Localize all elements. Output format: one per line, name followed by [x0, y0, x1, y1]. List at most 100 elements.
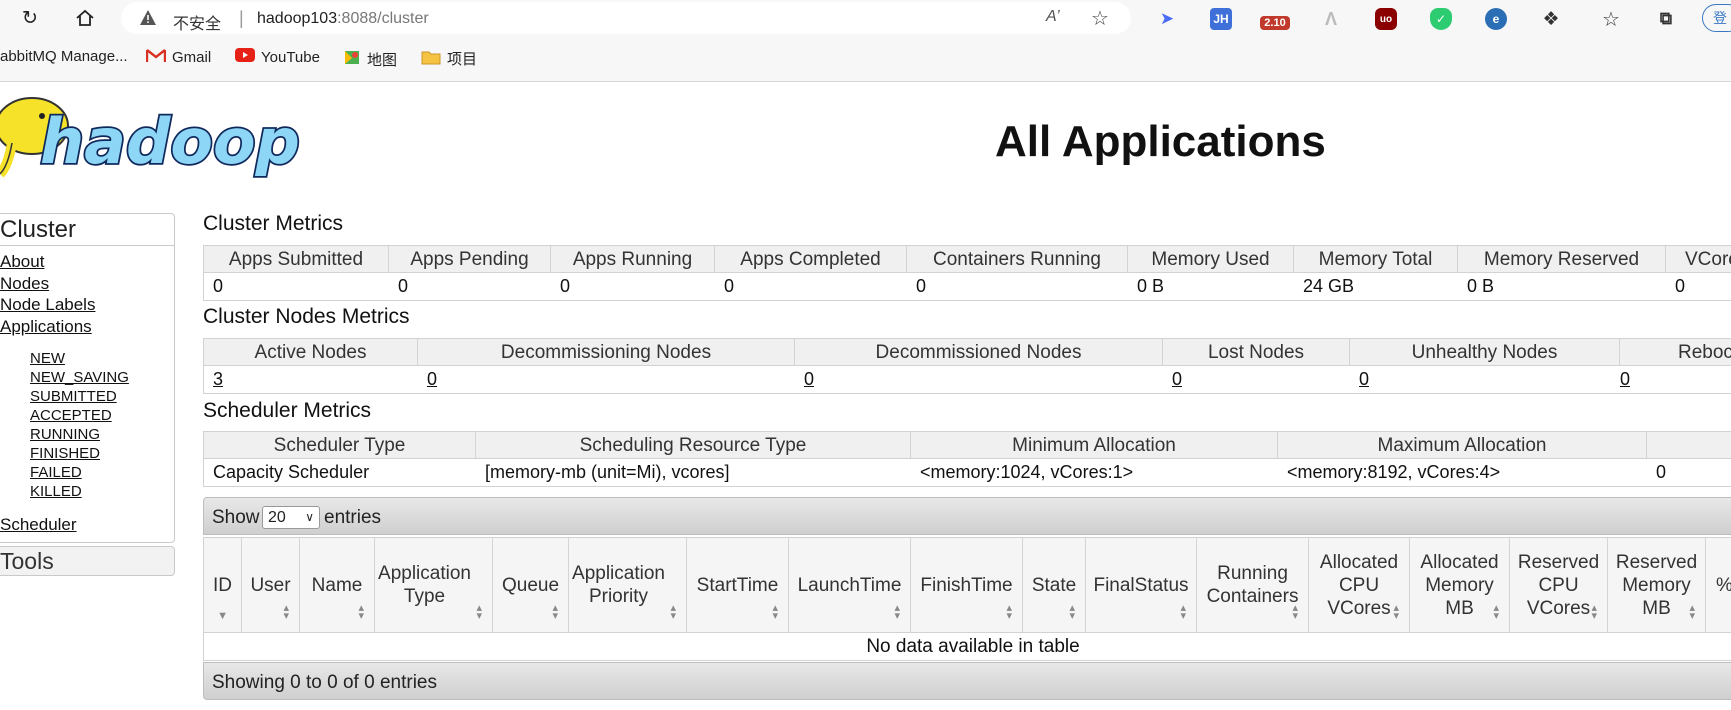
scheduler-metric-value: <memory:1024, vCores:1> [920, 462, 1134, 482]
sort-icon: ▴ ▾ [358, 602, 364, 622]
decommissioning-nodes-link[interactable]: 0 [427, 369, 437, 389]
nav-link-scheduler[interactable]: Scheduler [0, 514, 174, 536]
column-user[interactable]: User ▴ ▾ [242, 538, 300, 632]
column-allocated-memory-mb[interactable]: Allocated Memory MB ▴ ▾ [1410, 538, 1510, 632]
bookmark-gmail[interactable]: Gmail [145, 48, 211, 67]
nav-link-killed[interactable]: KILLED [0, 482, 174, 501]
nav-link-accepted[interactable]: ACCEPTED [0, 406, 174, 425]
scheduler-metric-value: 0 [1656, 462, 1667, 482]
column-application-priority[interactable]: Application Priority ▴ ▾ [569, 538, 687, 632]
node-metric-value: 3 [204, 366, 223, 393]
cluster-metrics-header: Apps Completed [715, 246, 907, 273]
reload-icon[interactable]: ↻ [15, 5, 45, 31]
extension-badge[interactable]: 2.10 [1260, 16, 1290, 30]
decommissioned-nodes-link[interactable]: 0 [804, 369, 814, 389]
cluster-metric-value: 0 [916, 276, 927, 296]
sort-icon: ▴ ▾ [1393, 602, 1399, 622]
extension-bird-icon[interactable]: ➤ [1156, 8, 1178, 30]
bookmark-maps[interactable]: 地图 [343, 48, 397, 70]
browser-toolbar: ↻ 不安全 | hadoop103:8088/cluster A’ ☆ ➤ JH… [0, 0, 1731, 36]
node-metric-value: 0 [418, 366, 437, 393]
tools-nav-header[interactable]: Tools [0, 546, 175, 576]
scheduler-metrics-header: Scheduling Resource Type [476, 432, 911, 459]
column-start-time[interactable]: StartTime ▴ ▾ [687, 538, 789, 632]
cluster-metric-value: 24 GB [1303, 276, 1355, 296]
collections-icon[interactable]: ⧉ [1655, 8, 1677, 30]
read-aloud-icon[interactable]: A’ [1046, 8, 1060, 26]
folder-icon [421, 49, 441, 69]
column-final-status[interactable]: FinalStatus ▴ ▾ [1086, 538, 1197, 632]
sort-icon: ▴ ▾ [283, 602, 289, 622]
chevron-down-icon: ∨ [305, 510, 314, 524]
extensions-puzzle-icon[interactable]: ❖ [1540, 8, 1562, 30]
nav-link-running[interactable]: RUNNING [0, 425, 174, 444]
nav-link-new-saving[interactable]: NEW_SAVING [0, 368, 174, 387]
applications-table-header: ID ▼ User ▴ ▾ Name ▴ ▾ Application Type ▴ ▾ Que… [203, 537, 1731, 633]
profile-button[interactable]: 登 [1702, 4, 1731, 32]
home-icon[interactable] [70, 5, 100, 31]
node-metric-value: 0 [795, 366, 814, 393]
show-label: Show [212, 507, 260, 528]
scheduler-metrics-title: Scheduler Metrics [203, 399, 372, 422]
column-queue[interactable]: Queue ▴ ▾ [493, 538, 569, 632]
nav-link-about[interactable]: About [0, 251, 174, 273]
hadoop-logo[interactable]: hadoop [0, 88, 337, 188]
bookmark-folder[interactable]: 项目 [421, 48, 477, 69]
ublock-icon[interactable]: uo [1375, 8, 1397, 30]
column-finish-time[interactable]: FinishTime ▴ ▾ [911, 538, 1023, 632]
sort-icon: ▴ ▾ [1069, 602, 1075, 622]
column-queue-percent[interactable]: % Qu [1706, 538, 1731, 632]
extension-e-icon[interactable]: e [1485, 8, 1507, 30]
cluster-nav-header[interactable]: Cluster [0, 214, 174, 246]
sort-icon: ▴ ▾ [1689, 602, 1695, 622]
address-bar[interactable]: 不安全 | hadoop103:8088/cluster A’ ☆ [121, 2, 1131, 34]
sort-icon: ▴ ▾ [1591, 602, 1597, 622]
node-metrics-title: Cluster Nodes Metrics [203, 305, 410, 328]
nav-link-failed[interactable]: FAILED [0, 463, 174, 482]
node-metric-value: 0 [1620, 366, 1630, 393]
column-reserved-cpu-vcores[interactable]: Reserved CPU VCores ▴ ▾ [1510, 538, 1608, 632]
active-nodes-link[interactable]: 3 [213, 369, 223, 389]
column-launch-time[interactable]: LaunchTime ▴ ▾ [789, 538, 911, 632]
nav-link-submitted[interactable]: SUBMITTED [0, 387, 174, 406]
cluster-metrics-header: VCores [1666, 246, 1731, 273]
extension-a-icon[interactable]: Λ [1320, 8, 1342, 30]
lost-nodes-link[interactable]: 0 [1172, 369, 1182, 389]
page-size-select[interactable]: 20 ∨ [262, 506, 320, 529]
column-running-containers[interactable]: Running Containers ▴ ▾ [1197, 538, 1309, 632]
node-metrics-header: Active Nodes [204, 339, 418, 366]
node-metrics-header: Reboc [1620, 339, 1731, 366]
warning-icon [139, 9, 157, 31]
nav-link-node-labels[interactable]: Node Labels [0, 294, 174, 316]
cluster-metrics-header: Containers Running [907, 246, 1128, 273]
address-separator: | [239, 8, 244, 28]
extension-jh-icon[interactable]: JH [1210, 8, 1232, 30]
cluster-metric-value: 0 B [1137, 276, 1165, 296]
nav-link-finished[interactable]: FINISHED [0, 444, 174, 463]
sort-icon: ▴ ▾ [1180, 602, 1186, 622]
column-id[interactable]: ID ▼ [204, 538, 242, 632]
bookmark-rabbitmq[interactable]: abbitMQ Manage... [0, 48, 128, 65]
unhealthy-nodes-link[interactable]: 0 [1359, 369, 1369, 389]
nav-link-applications[interactable]: Applications [0, 316, 174, 338]
rebooted-nodes-link[interactable]: 0 [1620, 369, 1630, 389]
column-allocated-cpu-vcores[interactable]: Allocated CPU VCores ▴ ▾ [1309, 538, 1410, 632]
cluster-metrics-header: Apps Running [551, 246, 715, 273]
shield-check-icon[interactable]: ✓ [1430, 8, 1452, 30]
favorites-list-icon[interactable]: ☆ [1600, 8, 1622, 31]
scheduler-metrics-table: Scheduler Type Scheduling Resource Type … [203, 431, 1731, 487]
bookmark-youtube[interactable]: YouTube [235, 48, 320, 66]
nav-link-new[interactable]: NEW [0, 349, 174, 368]
cluster-metrics-header: Memory Reserved [1458, 246, 1666, 273]
column-reserved-memory-mb[interactable]: Reserved Memory MB ▴ ▾ [1608, 538, 1706, 632]
add-favorite-icon[interactable]: ☆ [1091, 6, 1109, 31]
entries-label: entries [324, 507, 382, 528]
column-application-type[interactable]: Application Type ▴ ▾ [375, 538, 493, 632]
cluster-metric-value: 0 [398, 276, 409, 296]
column-state[interactable]: State ▴ ▾ [1023, 538, 1086, 632]
url-text: hadoop103:8088/cluster [257, 10, 429, 27]
cluster-metric-value: 0 [724, 276, 735, 296]
nav-link-nodes[interactable]: Nodes [0, 273, 174, 295]
cluster-metrics-header: Apps Submitted [204, 246, 389, 273]
column-name[interactable]: Name ▴ ▾ [300, 538, 375, 632]
